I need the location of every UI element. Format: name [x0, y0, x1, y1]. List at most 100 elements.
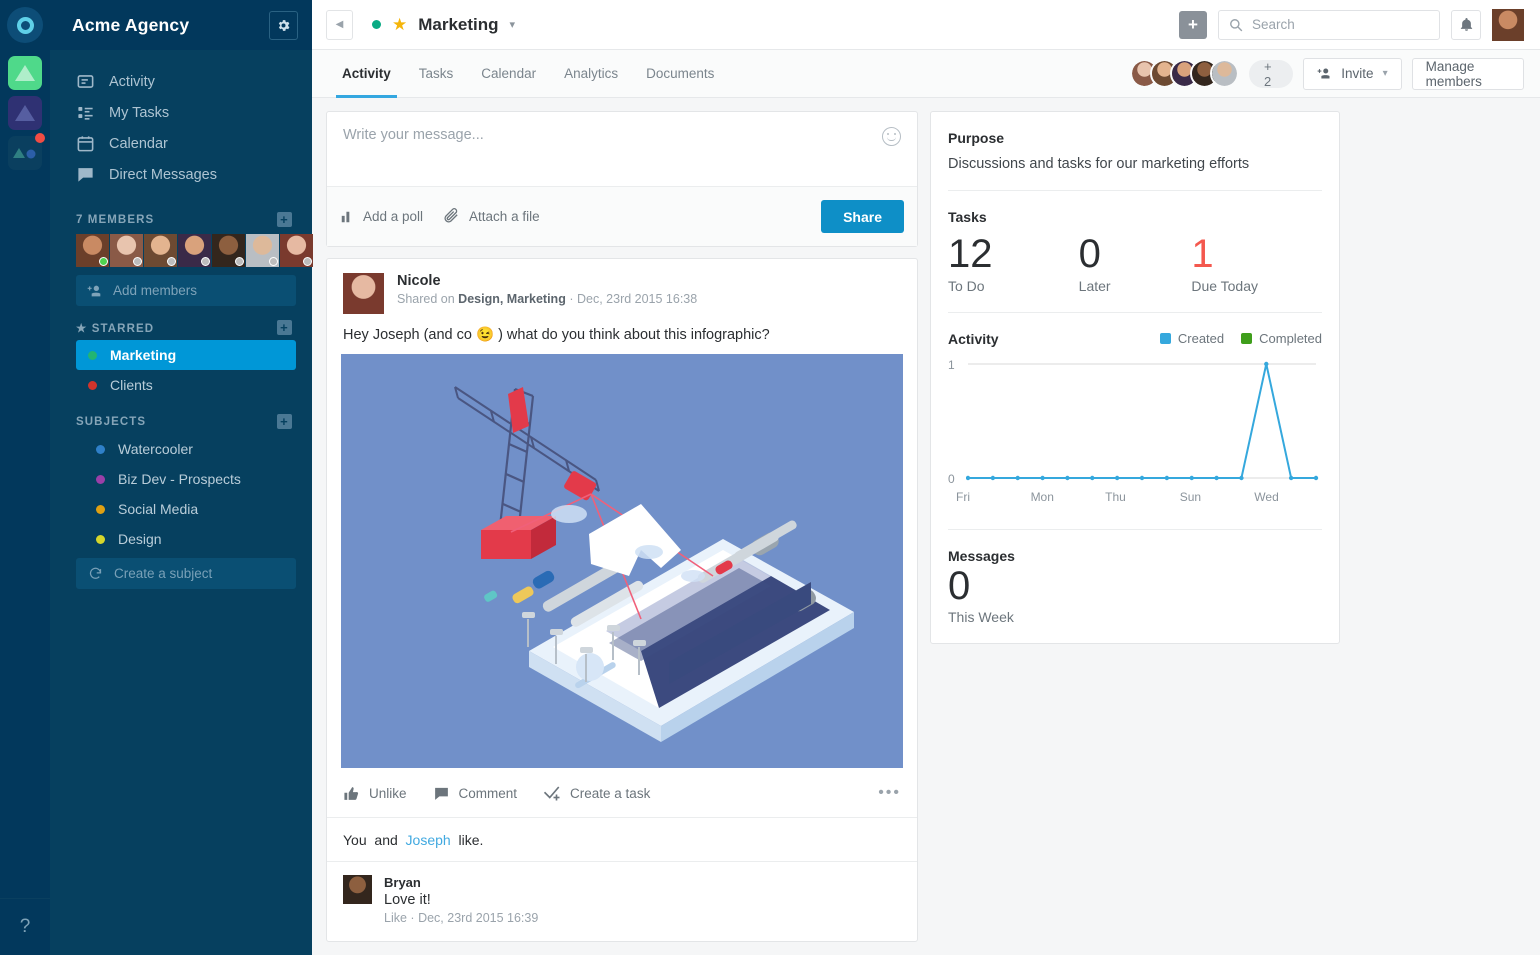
member-avatar[interactable]: [76, 234, 109, 267]
sidebar-item-my-tasks[interactable]: My Tasks: [50, 97, 312, 128]
add-starred-plus-icon[interactable]: +: [277, 320, 292, 335]
invite-button[interactable]: Invite ▾: [1303, 57, 1402, 90]
member-avatar[interactable]: [212, 234, 245, 267]
share-button[interactable]: Share: [821, 200, 904, 233]
back-arrow-icon[interactable]: ◀: [326, 9, 353, 40]
sidebar-item-calendar[interactable]: Calendar: [50, 128, 312, 159]
create-subject-button[interactable]: Create a subject: [76, 558, 296, 589]
tab-calendar[interactable]: Calendar: [467, 50, 550, 97]
chart-point: [1214, 475, 1219, 480]
sidebar-channel-clients[interactable]: Clients: [76, 370, 296, 400]
chart-point: [1239, 475, 1244, 480]
activity-chart[interactable]: 1 0 Fri Mon Thu Sun Wed: [948, 356, 1322, 511]
feed-post: Nicole Shared on Design, Marketing · Dec…: [326, 258, 918, 942]
attach-file-button[interactable]: Attach a file: [443, 208, 540, 225]
legend-created[interactable]: Created: [1159, 331, 1224, 346]
starred-section-header: ★ STARRED +: [50, 306, 312, 340]
status-online-dot: [99, 257, 108, 266]
help-button[interactable]: ?: [0, 898, 50, 955]
legend-completed[interactable]: Completed: [1241, 331, 1322, 346]
more-dots-icon[interactable]: •••: [878, 784, 901, 802]
chart-point: [1065, 475, 1070, 480]
tasks-section: Tasks 12 To Do 0 Later 1 Due Today: [948, 191, 1322, 313]
avatar[interactable]: [1492, 8, 1524, 41]
post-image[interactable]: [341, 354, 903, 768]
likes-user-link[interactable]: Joseph: [406, 832, 451, 848]
tab-analytics[interactable]: Analytics: [550, 50, 632, 97]
member-avatar[interactable]: [144, 234, 177, 267]
unlike-button[interactable]: Unlike: [343, 785, 407, 802]
sidebar-channel-marketing[interactable]: Marketing: [76, 340, 296, 370]
add-member-plus-icon[interactable]: +: [277, 212, 292, 227]
post-author-info: Nicole Shared on Design, Marketing · Dec…: [397, 273, 697, 314]
members-section-header: 7 MEMBERS +: [50, 198, 312, 232]
sidebar-nav: Activity My Tasks Calendar Direct Messag…: [50, 50, 312, 198]
tab-label: Documents: [646, 66, 715, 81]
starred-label: ★ STARRED: [76, 322, 155, 335]
subject-color-dot: [96, 504, 105, 514]
legend-swatch: [1241, 333, 1253, 345]
workspace-purple-icon[interactable]: [8, 96, 42, 130]
add-members-button[interactable]: Add members: [76, 275, 296, 306]
search-input[interactable]: Search: [1218, 9, 1440, 40]
chevron-down-icon[interactable]: ▾: [510, 18, 516, 31]
sidebar-item-direct-messages[interactable]: Direct Messages: [50, 159, 312, 190]
member-avatar[interactable]: [110, 234, 143, 267]
workspace-green-icon[interactable]: [8, 56, 42, 90]
tab-activity[interactable]: Activity: [328, 50, 405, 98]
refresh-plus-icon: [89, 567, 102, 579]
sidebar-subject-biz-dev-prospects[interactable]: Biz Dev - Prospects: [84, 464, 296, 494]
chart-point: [1288, 475, 1294, 480]
member-facepile[interactable]: [1130, 59, 1239, 88]
sidebar-subject-social-media[interactable]: Social Media: [84, 494, 296, 524]
composer-input[interactable]: Write your message...: [327, 112, 917, 186]
sidebar-item-label: Direct Messages: [109, 166, 217, 183]
acme-logo-icon[interactable]: [7, 7, 43, 43]
x-tick-label: Thu: [1105, 489, 1126, 504]
x-tick-label: Mon: [1030, 489, 1054, 504]
sidebar-item-activity[interactable]: Activity: [50, 66, 312, 97]
post-meta-channels[interactable]: Design, Marketing: [458, 292, 566, 306]
star-icon[interactable]: ★: [392, 15, 407, 35]
bar-chart-icon: [341, 211, 350, 222]
stat-later[interactable]: 0 Later: [1079, 232, 1192, 294]
facepile-avatar[interactable]: [1210, 59, 1239, 88]
workspace-dark-icon[interactable]: [8, 133, 45, 170]
create-task-label: Create a task: [570, 785, 651, 801]
comment-author-avatar[interactable]: [343, 875, 372, 904]
subject-color-dot: [96, 444, 105, 454]
status-offline-dot: [269, 257, 278, 266]
tab-documents[interactable]: Documents: [632, 50, 728, 97]
logo-ring: [16, 16, 34, 34]
purpose-header: Purpose: [948, 130, 1005, 146]
sidebar-subject-design[interactable]: Design: [84, 524, 296, 554]
member-avatar[interactable]: [280, 234, 313, 267]
y-tick-0: 0: [948, 471, 955, 486]
add-poll-button[interactable]: Add a poll: [340, 209, 423, 224]
manage-members-button[interactable]: Manage members: [1411, 57, 1524, 90]
tab-tasks[interactable]: Tasks: [405, 50, 468, 97]
stat-due-today[interactable]: 1 Due Today: [1191, 232, 1322, 294]
stat-to-do[interactable]: 12 To Do: [948, 232, 1079, 294]
channel-status-dot: [372, 20, 381, 29]
create-new-button[interactable]: +: [1179, 10, 1207, 39]
status-offline-dot: [303, 257, 312, 266]
member-avatar[interactable]: [246, 234, 279, 267]
sidebar-subject-watercooler[interactable]: Watercooler: [84, 434, 296, 464]
member-avatars: [50, 232, 313, 267]
create-task-button[interactable]: Create a task: [543, 784, 650, 802]
member-avatar[interactable]: [178, 234, 211, 267]
member-overflow-count[interactable]: + 2: [1249, 59, 1294, 89]
smiley-icon[interactable]: [882, 127, 901, 146]
post-meta-date: Dec, 23rd 2015 16:38: [576, 292, 698, 306]
messages-section: Messages 0 This Week: [948, 530, 1322, 643]
chart-line-created: [968, 363, 1316, 479]
comment-button[interactable]: Comment: [433, 785, 517, 802]
x-tick-label: Fri: [956, 489, 970, 504]
gear-icon[interactable]: [269, 10, 298, 40]
add-person-icon: [87, 285, 101, 296]
post-author-avatar[interactable]: [343, 273, 384, 314]
comment-like-link[interactable]: Like: [384, 911, 407, 925]
bell-icon[interactable]: [1451, 9, 1481, 40]
add-subject-plus-icon[interactable]: +: [277, 414, 292, 429]
